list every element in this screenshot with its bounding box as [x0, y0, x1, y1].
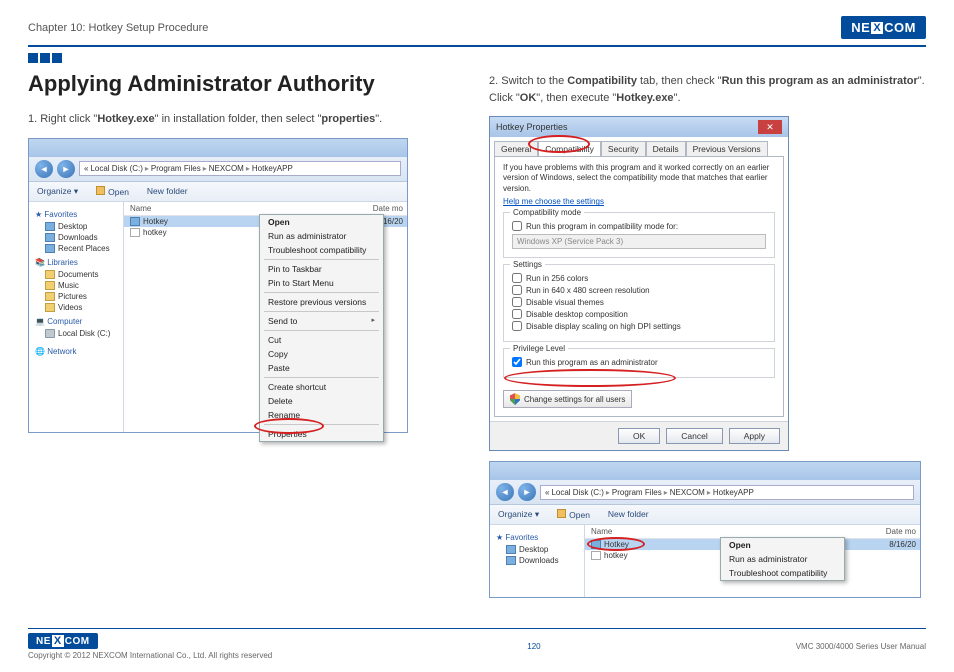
newfolder-button-2[interactable]: New folder — [608, 509, 649, 520]
breadcrumb[interactable]: « Local Disk (C:)▸ Program Files▸ NEXCOM… — [79, 161, 401, 176]
menu-troubleshoot[interactable]: Troubleshoot compatibility — [260, 243, 383, 257]
sidebar-item-videos[interactable]: Videos — [33, 302, 119, 313]
tab-previous-versions[interactable]: Previous Versions — [686, 141, 768, 156]
forward-button[interactable]: ► — [57, 160, 75, 178]
menu-sendto[interactable]: Send to — [260, 314, 383, 328]
apply-button[interactable]: Apply — [729, 428, 780, 444]
exe-icon-2 — [591, 540, 601, 549]
organize-menu-2[interactable]: Organize ▾ — [498, 509, 539, 520]
context-menu: Open Run as administrator Troubleshoot c… — [259, 214, 384, 442]
checkbox-disable-themes[interactable]: Disable visual themes — [512, 297, 766, 307]
menu-pin-start[interactable]: Pin to Start Menu — [260, 276, 383, 290]
menu-copy[interactable]: Copy — [260, 347, 383, 361]
menu-runas[interactable]: Run as administrator — [260, 229, 383, 243]
window-titlebar-2[interactable] — [490, 462, 920, 480]
ok-button[interactable]: OK — [618, 428, 660, 444]
menu-restore[interactable]: Restore previous versions — [260, 295, 383, 309]
explorer-window-2: ◄ ► « Local Disk (C:)▸ Program Files▸ NE… — [489, 461, 921, 598]
combo-os-version[interactable]: Windows XP (Service Pack 3) — [512, 234, 766, 249]
col-date-2[interactable]: Date mo — [685, 527, 920, 536]
shield-icon — [510, 393, 520, 405]
window-titlebar[interactable] — [29, 139, 407, 157]
tab-general[interactable]: General — [494, 141, 538, 156]
computer-heading: 💻 Computer — [35, 317, 119, 326]
menu-delete[interactable]: Delete — [260, 394, 383, 408]
sidebar-item-music[interactable]: Music — [33, 280, 119, 291]
sidebar-item-pictures[interactable]: Pictures — [33, 291, 119, 302]
organize-menu[interactable]: Organize ▾ — [37, 186, 78, 197]
step-1-text: 1. Right click "Hotkey.exe" in installat… — [28, 111, 465, 128]
page-heading: Applying Administrator Authority — [28, 71, 465, 97]
file-icon — [130, 228, 140, 237]
checkbox-compat-mode[interactable]: Run this program in compatibility mode f… — [512, 221, 766, 231]
decorative-squares — [28, 53, 926, 63]
menu-open-2[interactable]: Open — [721, 538, 844, 552]
menu-open[interactable]: Open — [260, 215, 383, 229]
menu-runas-2[interactable]: Run as administrator — [721, 552, 844, 566]
dialog-title: Hotkey Properties — [496, 122, 568, 132]
context-menu-2: Open Run as administrator Troubleshoot c… — [720, 537, 845, 581]
back-button-2[interactable]: ◄ — [496, 483, 514, 501]
menu-shortcut[interactable]: Create shortcut — [260, 380, 383, 394]
sidebar-item-recent[interactable]: Recent Places — [33, 243, 119, 254]
checkbox-run-as-admin[interactable]: Run this program as an administrator — [512, 357, 766, 367]
help-link[interactable]: Help me choose the settings — [503, 197, 775, 206]
menu-cut[interactable]: Cut — [260, 333, 383, 347]
checkbox-256-colors[interactable]: Run in 256 colors — [512, 273, 766, 283]
col-name-2[interactable]: Name — [585, 527, 685, 536]
footer-logo: NEXCOM — [28, 633, 98, 649]
sidebar-item-localdisk[interactable]: Local Disk (C:) — [33, 328, 119, 339]
sidebar-item-desktop[interactable]: Desktop — [33, 221, 119, 232]
col-name[interactable]: Name — [124, 204, 224, 213]
group-compatibility-mode: Compatibility mode — [510, 208, 584, 217]
open-button-2[interactable]: Open — [557, 509, 590, 520]
cancel-button[interactable]: Cancel — [666, 428, 722, 444]
group-privilege-level: Privilege Level — [510, 344, 568, 353]
menu-pin-taskbar[interactable]: Pin to Taskbar — [260, 262, 383, 276]
sidebar-item-downloads-2[interactable]: Downloads — [494, 555, 580, 566]
network-heading[interactable]: 🌐 Network — [35, 347, 119, 356]
exe-icon — [130, 217, 140, 226]
intro-text: If you have problems with this program a… — [503, 163, 775, 194]
tab-security[interactable]: Security — [601, 141, 646, 156]
close-button[interactable]: ✕ — [758, 120, 782, 134]
manual-title: VMC 3000/4000 Series User Manual — [796, 642, 926, 651]
breadcrumb-2[interactable]: « Local Disk (C:)▸ Program Files▸ NEXCOM… — [540, 485, 914, 500]
sidebar-item-documents[interactable]: Documents — [33, 269, 119, 280]
favorites-heading: ★ Favorites — [35, 210, 119, 219]
checkbox-disable-composition[interactable]: Disable desktop composition — [512, 309, 766, 319]
step-2-text: 2. Switch to the Compatibility tab, then… — [489, 73, 926, 106]
col-date[interactable]: Date mo — [224, 204, 407, 213]
menu-paste[interactable]: Paste — [260, 361, 383, 375]
favorites-heading-2: ★ Favorites — [496, 533, 580, 542]
copyright: Copyright © 2012 NEXCOM International Co… — [28, 651, 272, 660]
sidebar-item-desktop-2[interactable]: Desktop — [494, 544, 580, 555]
menu-properties[interactable]: Properties — [260, 427, 383, 441]
group-settings: Settings — [510, 260, 545, 269]
properties-dialog: Hotkey Properties ✕ General Compatibilit… — [489, 116, 789, 451]
menu-troubleshoot-2[interactable]: Troubleshoot compatibility — [721, 566, 844, 580]
brand-logo: NEXCOM — [841, 16, 926, 39]
newfolder-button[interactable]: New folder — [147, 186, 188, 197]
chapter-title: Chapter 10: Hotkey Setup Procedure — [28, 22, 208, 34]
open-button[interactable]: Open — [96, 186, 129, 197]
forward-button-2[interactable]: ► — [518, 483, 536, 501]
menu-rename[interactable]: Rename — [260, 408, 383, 422]
explorer-window-1: ◄ ► « Local Disk (C:)▸ Program Files▸ NE… — [28, 138, 408, 433]
header-rule — [28, 45, 926, 47]
page-number: 120 — [527, 642, 540, 651]
libraries-heading: 📚 Libraries — [35, 258, 119, 267]
checkbox-640x480[interactable]: Run in 640 x 480 screen resolution — [512, 285, 766, 295]
sidebar-item-downloads[interactable]: Downloads — [33, 232, 119, 243]
back-button[interactable]: ◄ — [35, 160, 53, 178]
tab-details[interactable]: Details — [646, 141, 686, 156]
file-icon-2 — [591, 551, 601, 560]
tab-compatibility[interactable]: Compatibility — [538, 141, 601, 156]
change-settings-all-users-button[interactable]: Change settings for all users — [503, 390, 632, 408]
checkbox-disable-dpi[interactable]: Disable display scaling on high DPI sett… — [512, 321, 766, 331]
